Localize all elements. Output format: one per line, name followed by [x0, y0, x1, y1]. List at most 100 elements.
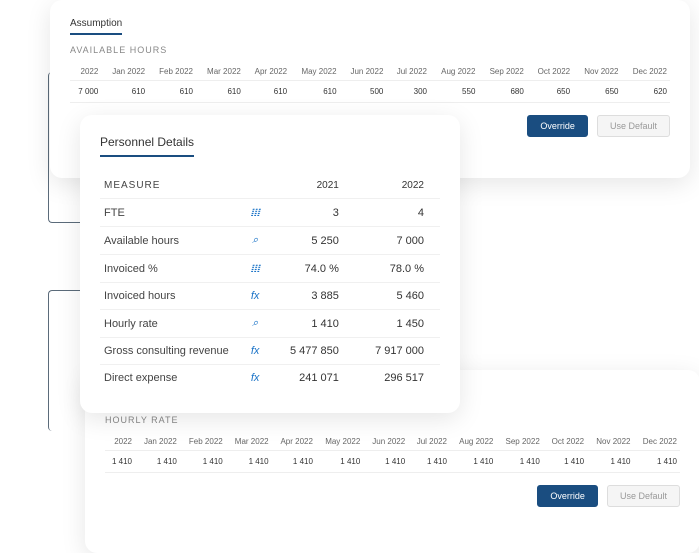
fx-icon: fx	[240, 338, 269, 365]
month-value: 1 410	[180, 451, 226, 473]
month-value: 1 410	[272, 451, 316, 473]
month-header: Nov 2022	[587, 433, 633, 451]
month-header: Jan 2022	[135, 433, 180, 451]
month-header: Apr 2022	[272, 433, 316, 451]
month-value: 300	[386, 81, 430, 103]
measure-row: Direct expensefx241 071296 517	[100, 365, 440, 392]
month-value: 1 410	[587, 451, 633, 473]
month-header: Mar 2022	[226, 433, 272, 451]
month-value: 1 410	[543, 451, 587, 473]
month-value: 610	[101, 81, 148, 103]
month-value: 1 410	[450, 451, 496, 473]
measure-value-2021: 241 071	[270, 365, 355, 392]
month-value: 500	[340, 81, 387, 103]
measure-name: Invoiced hours	[100, 283, 240, 310]
search-icon: ⌕	[240, 227, 269, 255]
month-value: 1 410	[634, 451, 681, 473]
month-header: May 2022	[290, 63, 339, 81]
month-value: 1 410	[226, 451, 272, 473]
connector-hourly-rate	[48, 290, 81, 431]
month-header: Dec 2022	[622, 63, 671, 81]
measure-value-2021: 74.0 %	[270, 255, 355, 283]
personnel-details-panel: Personnel Details MEASURE 2021 2022 FTE𝍖…	[80, 115, 460, 413]
measure-row: Invoiced %𝍖74.0 %78.0 %	[100, 255, 440, 283]
bar-icon: 𝍖	[240, 199, 269, 227]
search-icon: ⌕	[240, 310, 269, 338]
measure-value-2022: 4	[355, 199, 440, 227]
month-header: Nov 2022	[573, 63, 621, 81]
measure-name: Invoiced %	[100, 255, 240, 283]
measure-value-2022: 7 917 000	[355, 338, 440, 365]
month-header: Jan 2022	[101, 63, 148, 81]
measure-value-2021: 5 477 850	[270, 338, 355, 365]
hourly-rate-table: 2022Jan 2022Feb 2022Mar 2022Apr 2022May …	[105, 433, 680, 473]
year-2022: 2022	[355, 173, 440, 199]
use-default-button-hr[interactable]: Use Default	[607, 485, 680, 507]
year-2021: 2021	[270, 173, 355, 199]
section-title-hourly-rate: HOURLY RATE	[105, 415, 680, 425]
section-title-available-hours: AVAILABLE HOURS	[70, 45, 670, 55]
month-header: Sep 2022	[496, 433, 542, 451]
bar-icon: 𝍖	[240, 255, 269, 283]
measure-row: Gross consulting revenuefx5 477 8507 917…	[100, 338, 440, 365]
month-value: 1 410	[105, 451, 135, 473]
month-value: 1 410	[135, 451, 180, 473]
measure-name: Gross consulting revenue	[100, 338, 240, 365]
month-header: Jul 2022	[386, 63, 430, 81]
month-value: 650	[573, 81, 621, 103]
month-header: Feb 2022	[180, 433, 226, 451]
measure-value-2022: 78.0 %	[355, 255, 440, 283]
month-header: Dec 2022	[634, 433, 681, 451]
month-header: Aug 2022	[430, 63, 478, 81]
measure-name: FTE	[100, 199, 240, 227]
measure-value-2021: 3	[270, 199, 355, 227]
measure-value-2021: 3 885	[270, 283, 355, 310]
month-header: Sep 2022	[478, 63, 526, 81]
measure-row: Invoiced hoursfx3 8855 460	[100, 283, 440, 310]
month-header: Mar 2022	[196, 63, 244, 81]
override-button-hr[interactable]: Override	[537, 485, 598, 507]
measure-value-2022: 7 000	[355, 227, 440, 255]
month-header: Apr 2022	[244, 63, 290, 81]
month-header: Feb 2022	[148, 63, 196, 81]
measure-row: FTE𝍖34	[100, 199, 440, 227]
measure-value-2022: 5 460	[355, 283, 440, 310]
month-header: Jun 2022	[363, 433, 408, 451]
measure-value-2021: 1 410	[270, 310, 355, 338]
override-button[interactable]: Override	[527, 115, 588, 137]
month-value: 610	[148, 81, 196, 103]
use-default-button[interactable]: Use Default	[597, 115, 670, 137]
measure-value-2022: 296 517	[355, 365, 440, 392]
fx-icon: fx	[240, 365, 269, 392]
measure-name: Direct expense	[100, 365, 240, 392]
month-header: Oct 2022	[543, 433, 587, 451]
month-value: 1 410	[496, 451, 542, 473]
measure-name: Available hours	[100, 227, 240, 255]
month-header: Jul 2022	[408, 433, 450, 451]
month-value: 1 410	[316, 451, 363, 473]
measure-value-2021: 5 250	[270, 227, 355, 255]
measure-row: Available hours⌕5 2507 000	[100, 227, 440, 255]
month-header: Oct 2022	[527, 63, 573, 81]
measure-name: Hourly rate	[100, 310, 240, 338]
month-header: Aug 2022	[450, 433, 496, 451]
measure-value-2022: 1 450	[355, 310, 440, 338]
month-header: May 2022	[316, 433, 363, 451]
tab-assumption[interactable]: Assumption	[70, 14, 122, 35]
measure-table: MEASURE 2021 2022 FTE𝍖34Available hours⌕…	[100, 173, 440, 391]
month-value: 1 410	[408, 451, 450, 473]
month-value: 7 000	[70, 81, 101, 103]
month-value: 610	[244, 81, 290, 103]
measure-row: Hourly rate⌕1 4101 450	[100, 310, 440, 338]
measure-header: MEASURE	[100, 173, 240, 199]
tab-personnel-details[interactable]: Personnel Details	[100, 129, 194, 157]
month-value: 680	[478, 81, 526, 103]
month-value: 620	[622, 81, 671, 103]
month-value: 550	[430, 81, 478, 103]
month-value: 650	[527, 81, 573, 103]
month-value: 610	[196, 81, 244, 103]
month-value: 610	[290, 81, 339, 103]
fx-icon: fx	[240, 283, 269, 310]
available-hours-table: 2022Jan 2022Feb 2022Mar 2022Apr 2022May …	[70, 63, 670, 103]
month-value: 1 410	[363, 451, 408, 473]
